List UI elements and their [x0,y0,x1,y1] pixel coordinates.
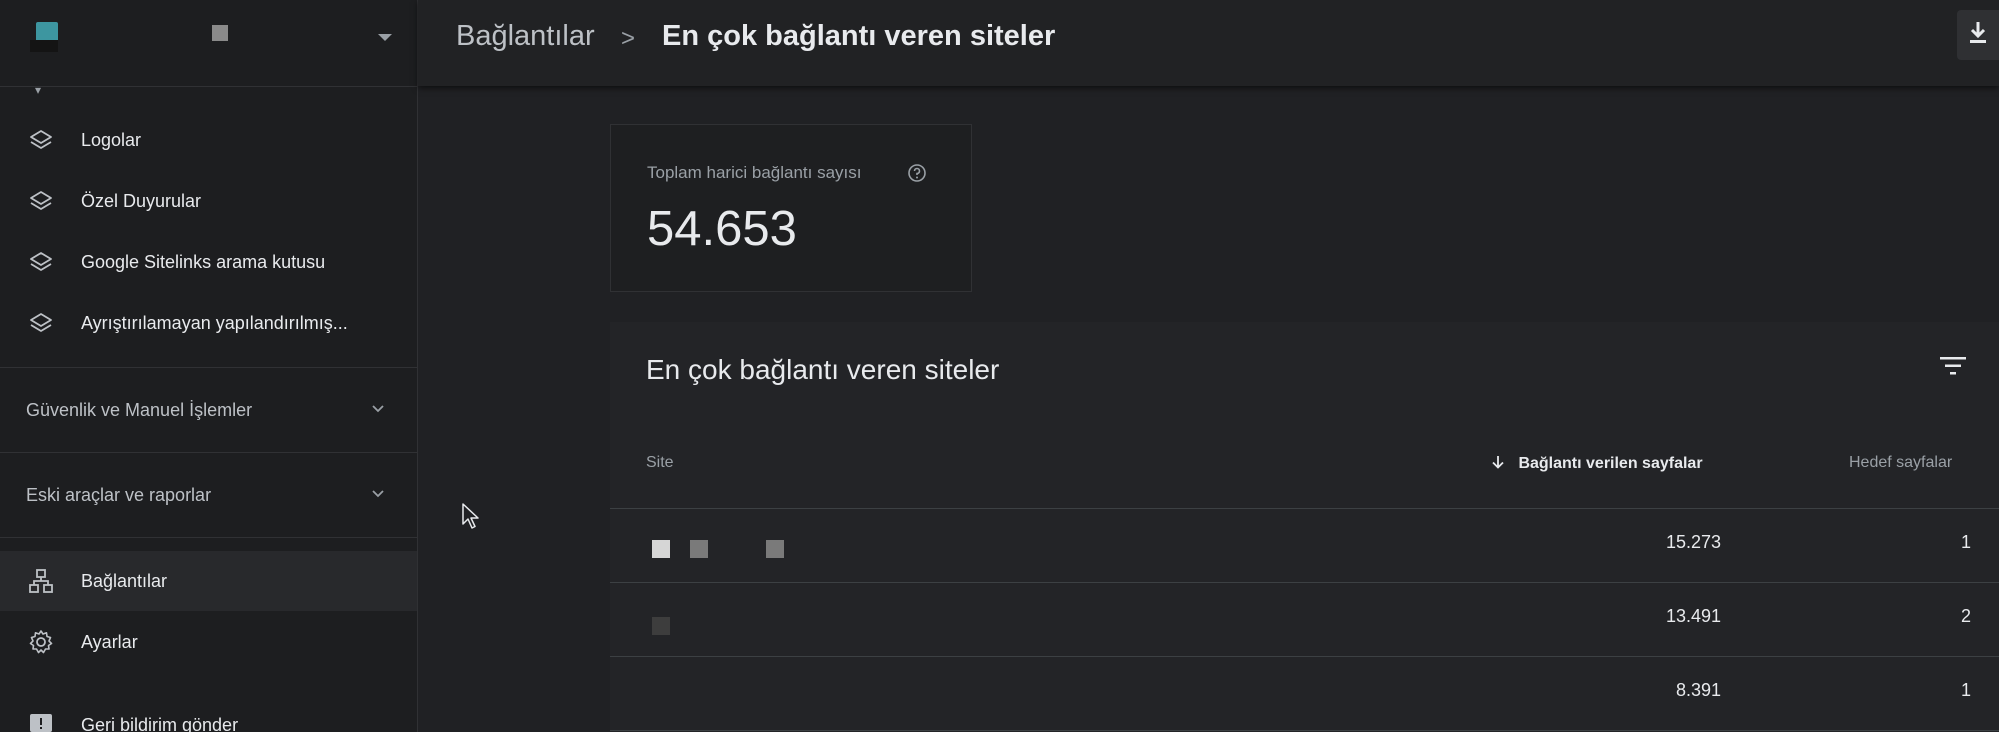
sidebar-item-label: Geri bildirim gönder [81,714,239,732]
total-links-card: Toplam harici bağlantı sayısı 54.653 [610,124,972,292]
chevron-down-icon [370,485,386,506]
table-row[interactable]: 13.491 2 [610,583,1999,657]
download-button[interactable] [1957,10,1999,60]
sort-arrow-down-icon [1490,455,1518,472]
card-label: Toplam harici bağlantı sayısı [647,163,862,182]
top-bar: Bağlantılar > En çok bağlantı veren site… [418,0,1999,86]
column-header-site[interactable]: Site [646,454,674,472]
sidebar-item-unparsable[interactable]: Ayrıştırılamayan yapılandırılmış... [0,293,417,353]
dropdown-caret-icon[interactable] [378,34,392,41]
sidebar: ▾ Logolar Özel Duyurular Google Sitelink… [0,0,418,732]
chevron-down-icon: ▾ [35,83,42,97]
layers-icon [27,126,55,154]
section-security[interactable]: Güvenlik ve Manuel İşlemler [0,368,417,452]
divider [0,537,417,538]
linking-pages-value: 8.391 [1675,680,1721,700]
site-redacted [652,540,670,558]
table-title: En çok bağlantı veren siteler [646,354,1000,385]
section-label: Eski araçlar ve raporlar [26,484,212,505]
column-header-linking-pages[interactable]: Bağlantı verilen sayfalar [1490,454,1703,473]
filter-icon[interactable] [1938,354,1968,383]
sidebar-item-label: Ayrıştırılamayan yapılandırılmış... [81,312,348,333]
linking-pages-value: 15.273 [1665,532,1721,552]
section-label: Güvenlik ve Manuel İşlemler [26,399,253,420]
gear-icon [27,628,55,656]
mouse-cursor-icon [461,502,481,535]
sidebar-item-ozel-duyurular[interactable]: Özel Duyurular [0,171,417,231]
column-header-label: Bağlantı verilen sayfalar [1518,455,1703,472]
sidebar-item-settings[interactable]: Ayarlar [0,612,417,672]
layers-icon [27,187,55,215]
page-title: En çok bağlantı veren siteler [662,20,1056,52]
linking-pages-value: 13.491 [1665,606,1721,626]
property-name-redacted [212,25,228,41]
sidebar-item-label: Logolar [81,129,142,150]
breadcrumb-separator: > [621,25,636,52]
help-icon[interactable] [907,163,927,188]
chevron-down-icon [370,400,386,421]
download-icon [1967,20,1989,51]
table-row[interactable]: 15.273 1 [610,509,1999,583]
total-links-value: 54.653 [647,202,797,256]
table-row[interactable]: 8.391 1 [610,657,1999,731]
sidebar-item-label: Google Sitelinks arama kutusu [81,251,326,272]
site-redacted [652,617,670,635]
target-pages-value: 1 [1960,680,1971,700]
sidebar-item-links[interactable]: Bağlantılar [0,551,417,611]
feedback-icon [27,711,55,732]
links-icon [27,567,55,595]
breadcrumb-parent[interactable]: Bağlantılar [456,20,595,53]
section-legacy-tools[interactable]: Eski araçlar ve raporlar [0,453,417,537]
sidebar-item-label: Özel Duyurular [81,190,202,211]
site-redacted [690,540,708,558]
target-pages-value: 2 [1960,606,1971,626]
sidebar-item-feedback[interactable]: Geri bildirim gönder [0,695,417,732]
target-pages-value: 1 [1960,532,1971,552]
property-selector[interactable] [0,0,417,87]
sidebar-item-label: Bağlantılar [81,570,168,591]
sidebar-item-logolar[interactable]: Logolar [0,110,417,170]
sidebar-item-sitelinks[interactable]: Google Sitelinks arama kutusu [0,232,417,292]
layers-icon [27,309,55,337]
top-linking-sites-table: En çok bağlantı veren siteler Site Bağla… [610,322,1999,732]
site-redacted [766,540,784,558]
property-logo-shadow [30,40,58,52]
sidebar-item-label: Ayarlar [81,631,138,652]
layers-icon [27,248,55,276]
column-header-target-pages[interactable]: Hedef sayfalar [1849,454,1952,472]
